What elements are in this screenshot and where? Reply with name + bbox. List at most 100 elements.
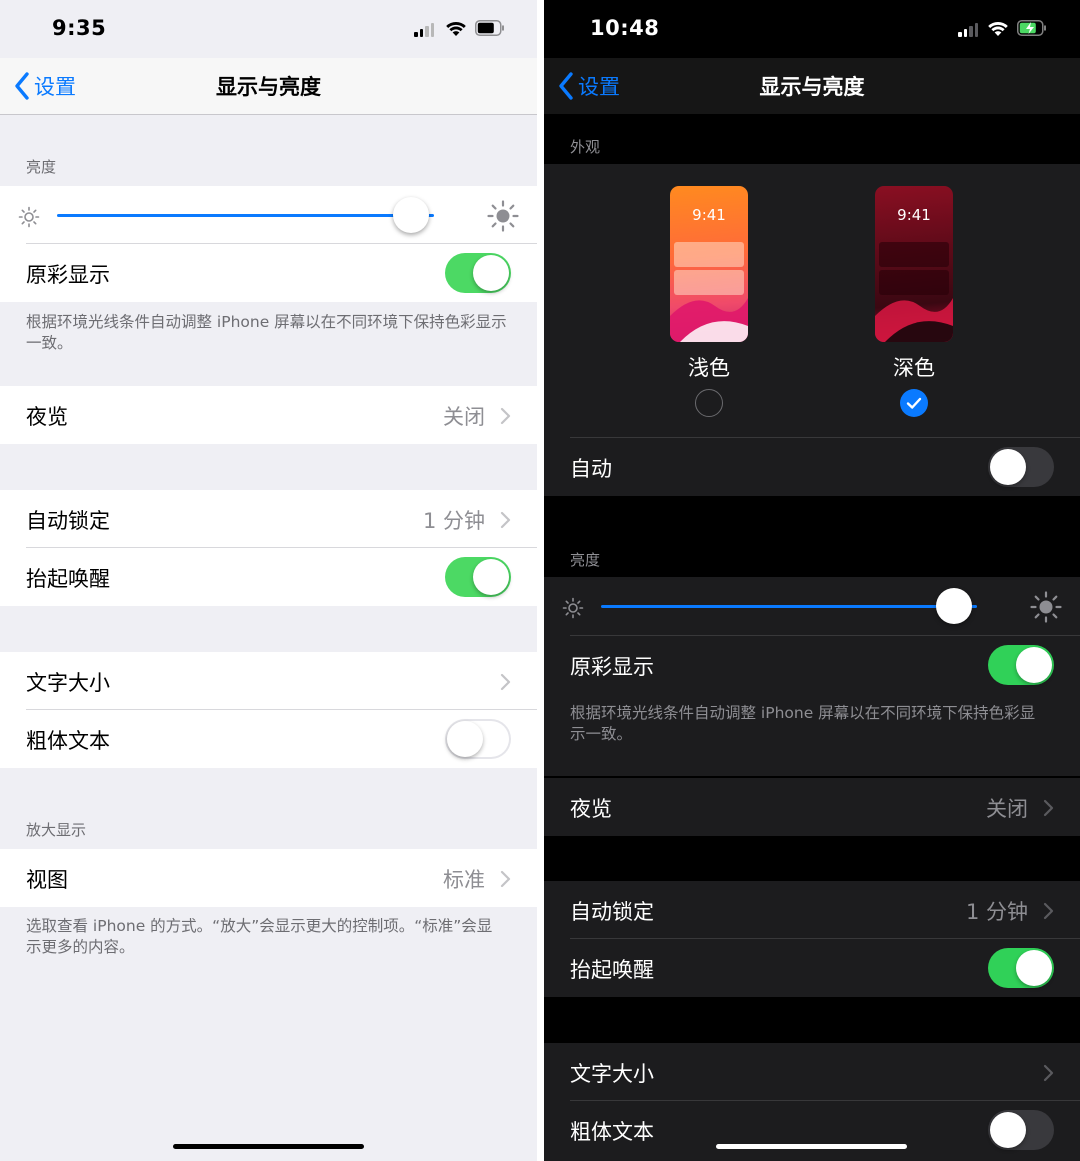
raise-to-wake-row: 抬起唤醒 xyxy=(0,548,537,606)
automatic-toggle[interactable] xyxy=(988,447,1054,487)
lock-group: 自动锁定 1 分钟 抬起唤醒 xyxy=(544,881,1080,997)
night-shift-row[interactable]: 夜览 关闭 xyxy=(544,778,1080,836)
toggle-knob xyxy=(990,1112,1026,1148)
section-header-brightness: 亮度 xyxy=(26,158,57,176)
bold-text-toggle[interactable] xyxy=(445,719,511,759)
auto-lock-value: 1 分钟 xyxy=(422,509,485,533)
true-tone-footer: 根据环境光线条件自动调整 iPhone 屏幕以在不同环境下保持色彩显示一致。 xyxy=(570,704,1036,743)
true-tone-toggle[interactable] xyxy=(445,253,511,293)
brightness-slider-row xyxy=(544,577,1080,635)
true-tone-label: 原彩显示 xyxy=(26,263,110,287)
brightness-slider-thumb[interactable] xyxy=(936,588,973,624)
chevron-right-icon xyxy=(1043,902,1054,920)
bold-text-row: 粗体文本 xyxy=(544,1101,1080,1159)
chevron-right-icon xyxy=(500,407,511,425)
wallpaper-graphic xyxy=(875,298,953,342)
home-indicator[interactable] xyxy=(716,1144,907,1149)
true-tone-row: 原彩显示 xyxy=(544,636,1080,694)
light-appearance-preview[interactable]: 9:41 xyxy=(670,186,748,342)
text-size-label: 文字大小 xyxy=(570,1062,654,1086)
light-mode-radio[interactable] xyxy=(695,389,723,417)
zoom-group: 视图 标准 xyxy=(0,849,537,907)
brightness-group: 原彩显示 xyxy=(544,577,1080,694)
page-title: 显示与亮度 xyxy=(759,75,865,99)
automatic-row-container: 自动 xyxy=(544,438,1080,496)
wifi-icon xyxy=(446,21,466,36)
checkmark-icon xyxy=(906,397,922,409)
bold-text-label: 粗体文本 xyxy=(570,1120,654,1144)
battery-charging-icon xyxy=(1017,20,1046,36)
bold-text-row: 粗体文本 xyxy=(0,710,537,768)
raise-to-wake-toggle[interactable] xyxy=(988,948,1054,988)
text-size-label: 文字大小 xyxy=(26,671,110,695)
true-tone-row: 原彩显示 xyxy=(0,244,537,302)
section-header-zoom: 放大显示 xyxy=(26,821,87,839)
light-mode-screen: 9:35 设置 显示与亮度 亮度 原彩显示 根据环境光线条件自动调整 iPhon… xyxy=(0,0,537,1161)
status-bar: 10:48 xyxy=(544,0,1080,58)
dark-mode-screen: 10:48 设置 显示与亮度 外观 9:41 9:41 浅色 深色 自动 亮度 … xyxy=(544,0,1080,1161)
brightness-group: 原彩显示 xyxy=(0,186,537,302)
bold-text-toggle[interactable] xyxy=(988,1110,1054,1150)
dark-mode-label: 深色 xyxy=(893,356,935,380)
text-size-row[interactable]: 文字大小 xyxy=(0,652,537,710)
status-time: 9:35 xyxy=(52,16,107,40)
true-tone-label: 原彩显示 xyxy=(570,655,654,679)
zoom-view-row[interactable]: 视图 标准 xyxy=(0,849,537,907)
brightness-slider-track[interactable] xyxy=(57,214,434,217)
night-shift-group: 夜览 关闭 xyxy=(544,778,1080,836)
night-shift-row[interactable]: 夜览 关闭 xyxy=(0,386,537,444)
text-group: 文字大小 粗体文本 xyxy=(0,652,537,768)
wallpaper-graphic xyxy=(670,298,748,342)
lock-group: 自动锁定 1 分钟 抬起唤醒 xyxy=(0,490,537,606)
brightness-slider-thumb[interactable] xyxy=(393,197,430,233)
wifi-icon xyxy=(988,21,1008,36)
zoom-view-value: 标准 xyxy=(443,868,485,892)
text-size-row[interactable]: 文字大小 xyxy=(544,1043,1080,1101)
section-header-brightness: 亮度 xyxy=(570,551,601,569)
auto-lock-label: 自动锁定 xyxy=(26,509,110,533)
night-shift-value: 关闭 xyxy=(443,405,485,429)
toggle-knob xyxy=(1016,950,1052,986)
zoom-view-label: 视图 xyxy=(26,868,68,892)
sun-small-icon xyxy=(562,597,584,619)
battery-icon xyxy=(475,20,504,36)
home-indicator[interactable] xyxy=(173,1144,364,1149)
sun-small-icon xyxy=(18,206,40,228)
chevron-right-icon xyxy=(1043,1064,1054,1082)
auto-lock-row[interactable]: 自动锁定 1 分钟 xyxy=(0,490,537,548)
raise-to-wake-label: 抬起唤醒 xyxy=(570,958,654,982)
toggle-knob xyxy=(473,255,509,291)
automatic-label: 自动 xyxy=(570,457,612,481)
dark-appearance-preview[interactable]: 9:41 xyxy=(875,186,953,342)
status-time: 10:48 xyxy=(590,16,660,40)
sun-large-icon xyxy=(487,200,519,232)
page-title: 显示与亮度 xyxy=(216,75,321,99)
cellular-signal-icon xyxy=(414,21,436,37)
toggle-knob xyxy=(1016,647,1052,683)
chevron-right-icon xyxy=(500,673,511,691)
zoom-footer: 选取查看 iPhone 的方式。“放大”会显示更大的控制项。“标准”会显示更多的… xyxy=(26,917,493,956)
auto-lock-row[interactable]: 自动锁定 1 分钟 xyxy=(544,881,1080,939)
toggle-knob xyxy=(990,449,1026,485)
section-header-appearance: 外观 xyxy=(570,138,601,156)
true-tone-toggle[interactable] xyxy=(988,645,1054,685)
raise-to-wake-row: 抬起唤醒 xyxy=(544,939,1080,997)
raise-to-wake-toggle[interactable] xyxy=(445,557,511,597)
auto-lock-value: 1 分钟 xyxy=(965,900,1028,924)
raise-to-wake-label: 抬起唤醒 xyxy=(26,567,110,591)
automatic-row: 自动 xyxy=(544,438,1080,496)
navigation-bar: 设置 显示与亮度 xyxy=(0,58,537,115)
night-shift-value: 关闭 xyxy=(986,797,1028,821)
dark-mode-radio[interactable] xyxy=(900,389,928,417)
chevron-right-icon xyxy=(1043,799,1054,817)
bold-text-label: 粗体文本 xyxy=(26,729,110,753)
night-shift-label: 夜览 xyxy=(570,797,612,821)
night-shift-label: 夜览 xyxy=(26,405,68,429)
panel-divider xyxy=(537,0,544,1161)
toggle-knob xyxy=(447,721,483,757)
cellular-signal-icon xyxy=(958,21,980,37)
true-tone-footer: 根据环境光线条件自动调整 iPhone 屏幕以在不同环境下保持色彩显示一致。 xyxy=(26,313,507,352)
light-mode-label: 浅色 xyxy=(688,356,730,380)
night-shift-group: 夜览 关闭 xyxy=(0,386,537,444)
brightness-slider-track[interactable] xyxy=(601,605,977,608)
